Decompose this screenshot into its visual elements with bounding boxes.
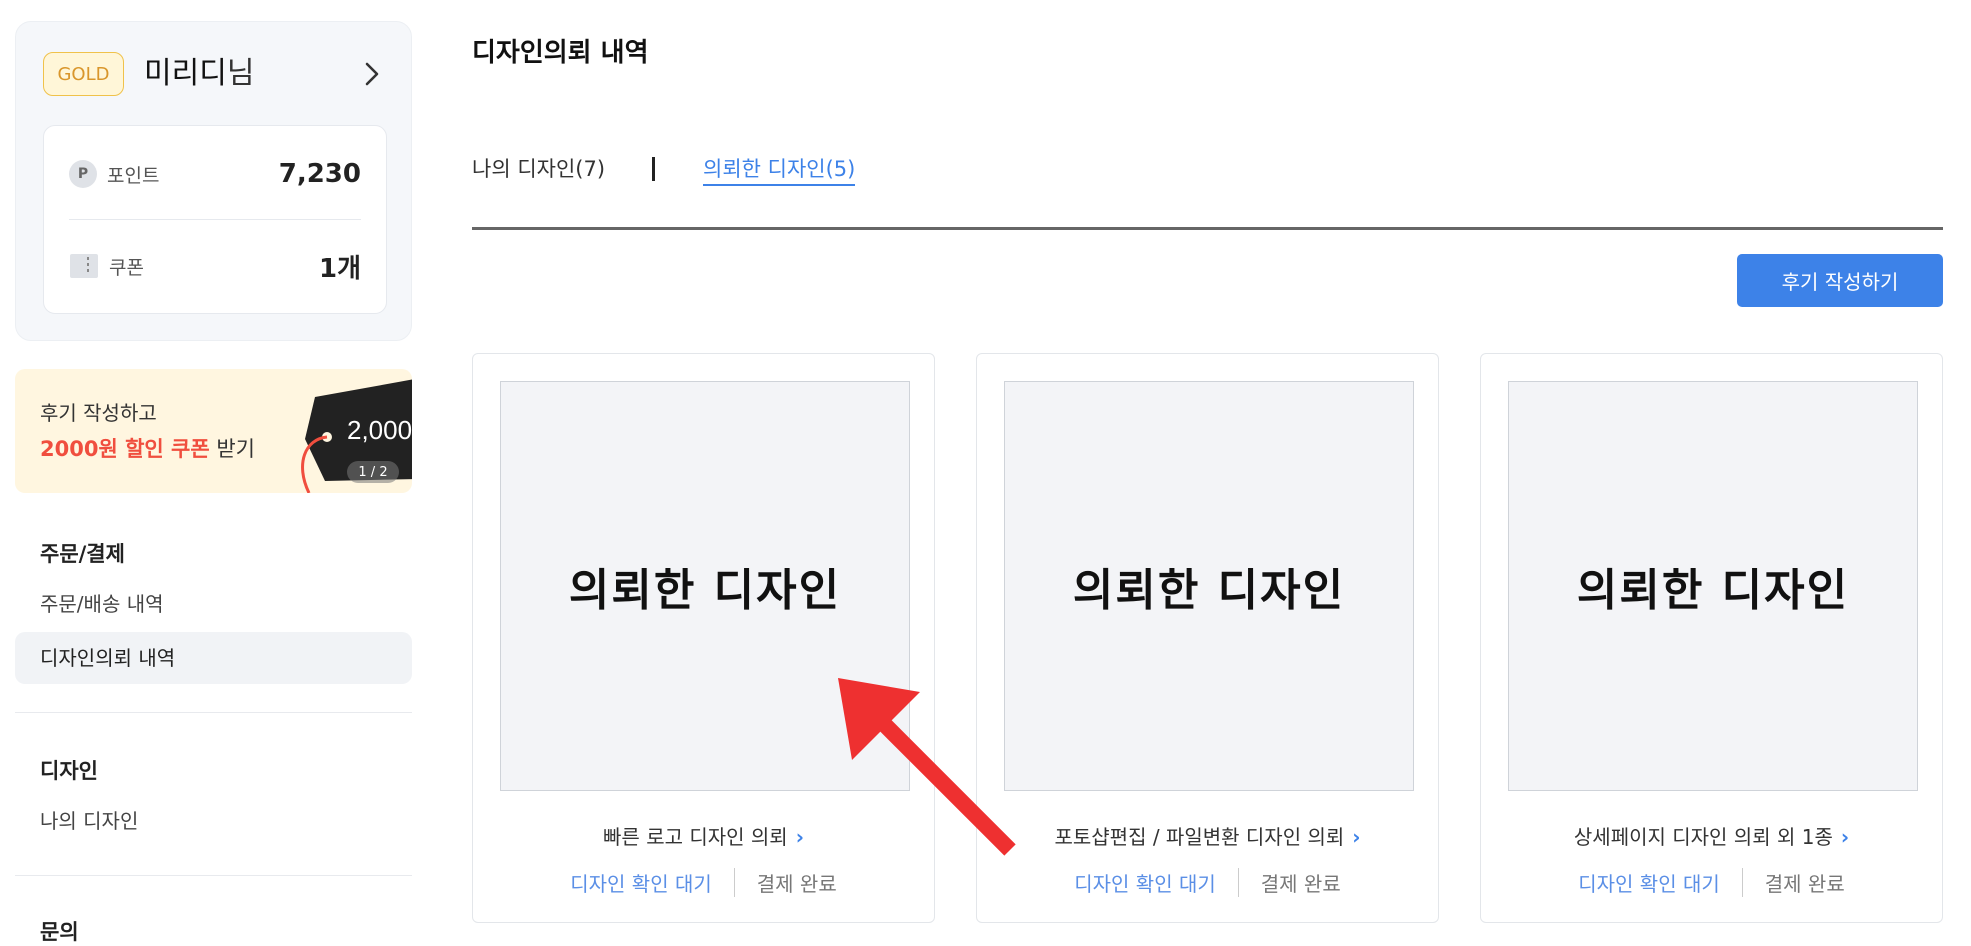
tab-separator: [652, 157, 655, 181]
promo-pagination: 1 / 2: [347, 461, 399, 483]
menu-item-my-designs[interactable]: 나의 디자인: [15, 795, 412, 847]
menu-heading-inquiry: 문의: [40, 920, 79, 944]
card-title-link[interactable]: 상세페이지 디자인 의뢰 외 1종 ›: [1481, 821, 1942, 850]
card-title-link[interactable]: 포토샵편집 / 파일변환 디자인 의뢰 ›: [977, 821, 1438, 850]
divider: [69, 219, 361, 220]
thumbnail-text: 의뢰한 디자인: [1576, 565, 1850, 616]
card-status-row: 디자인 확인 대기 결제 완료: [473, 868, 934, 897]
design-thumbnail[interactable]: 의뢰한 디자인: [1508, 381, 1918, 791]
card-status-row: 디자인 확인 대기 결제 완료: [977, 868, 1438, 897]
page-title: 디자인의뢰 내역: [472, 38, 649, 68]
design-thumbnail[interactable]: 의뢰한 디자인: [1004, 381, 1414, 791]
promo-line1: 후기 작성하고: [40, 401, 157, 425]
grade-badge: GOLD: [43, 52, 124, 96]
payment-status: 결제 완료: [756, 872, 837, 896]
coupons-row[interactable]: 쿠폰 1개: [69, 244, 361, 288]
coupons-label: 쿠폰: [109, 256, 144, 279]
payment-status: 결제 완료: [1260, 872, 1341, 896]
menu-heading-orders: 주문/결제: [40, 542, 125, 566]
menu-heading-design: 디자인: [40, 759, 98, 783]
user-honorific: 님: [226, 56, 255, 91]
chevron-right-icon: ›: [1840, 825, 1850, 849]
promo-line2: 2000원 할인 쿠폰 받기: [40, 433, 255, 463]
user-name-text: 미리디: [144, 56, 227, 91]
menu-divider: [15, 712, 412, 713]
promo-suffix: 받기: [209, 437, 255, 461]
design-request-card[interactable]: 의뢰한 디자인 포토샵편집 / 파일변환 디자인 의뢰 › 디자인 확인 대기 결…: [976, 353, 1439, 923]
points-coupons-box: P 포인트 7,230 쿠폰 1개: [43, 125, 387, 314]
promo-highlight: 2000원 할인 쿠폰: [40, 437, 210, 461]
user-name[interactable]: 미리디님: [144, 52, 254, 96]
coupons-value: 1개: [318, 253, 361, 284]
coupon-icon: [70, 254, 98, 278]
profile-card: GOLD 미리디님 P 포인트 7,230 쿠폰 1개: [15, 21, 412, 341]
tag-amount: 2,000: [347, 415, 412, 445]
thumbnail-text: 의뢰한 디자인: [1072, 565, 1346, 616]
tabs-underline-rule: [472, 227, 1943, 230]
card-title: 빠른 로고 디자인 의뢰: [603, 825, 788, 849]
status-badge: 디자인 확인 대기: [1074, 868, 1239, 897]
menu-divider: [15, 875, 412, 876]
card-title-link[interactable]: 빠른 로고 디자인 의뢰 ›: [473, 821, 934, 850]
thumbnail-text: 의뢰한 디자인: [568, 565, 842, 616]
status-badge: 디자인 확인 대기: [1578, 868, 1743, 897]
points-row[interactable]: P 포인트 7,230: [69, 152, 361, 196]
status-badge: 디자인 확인 대기: [570, 868, 735, 897]
points-icon: P: [69, 160, 97, 188]
chevron-right-icon[interactable]: [354, 56, 390, 92]
points-label: 포인트: [107, 164, 160, 187]
write-review-button[interactable]: 후기 작성하기: [1737, 254, 1943, 307]
menu-item-design-requests[interactable]: 디자인의뢰 내역: [15, 632, 412, 684]
design-thumbnail[interactable]: 의뢰한 디자인: [500, 381, 910, 791]
card-title: 상세페이지 디자인 의뢰 외 1종: [1573, 825, 1833, 849]
tab-requested-designs[interactable]: 의뢰한 디자인(5): [703, 154, 856, 186]
card-title: 포토샵편집 / 파일변환 디자인 의뢰: [1054, 825, 1345, 849]
chevron-right-icon: ›: [795, 825, 804, 849]
points-value: 7,230: [278, 159, 361, 189]
review-promo-banner[interactable]: 후기 작성하고 2000원 할인 쿠폰 받기 2,000 1 / 2: [15, 369, 412, 493]
tab-my-designs[interactable]: 나의 디자인(7): [472, 154, 605, 184]
design-request-card[interactable]: 의뢰한 디자인 상세페이지 디자인 의뢰 외 1종 › 디자인 확인 대기 결제 …: [1480, 353, 1943, 923]
design-request-card[interactable]: 의뢰한 디자인 빠른 로고 디자인 의뢰 › 디자인 확인 대기 결제 완료: [472, 353, 935, 923]
chevron-right-icon: ›: [1352, 825, 1361, 849]
menu-item-order-history[interactable]: 주문/배송 내역: [15, 578, 412, 630]
card-status-row: 디자인 확인 대기 결제 완료: [1481, 868, 1942, 897]
payment-status: 결제 완료: [1764, 872, 1845, 896]
